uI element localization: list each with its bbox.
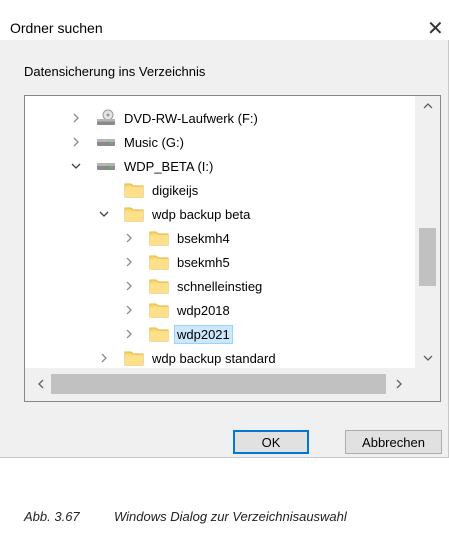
dialog-prompt: Datensicherung ins Verzeichnis <box>24 64 206 79</box>
vertical-scrollbar[interactable] <box>415 96 440 368</box>
tree-node[interactable]: digikeijs <box>96 178 201 202</box>
chevron-right-icon[interactable] <box>121 254 137 270</box>
figure-number: Abb. 3.67 <box>24 509 80 524</box>
tree-node-label: bsekmh4 <box>177 230 230 246</box>
chevron-placeholder <box>96 182 112 198</box>
scroll-right-icon[interactable] <box>389 374 409 394</box>
tree-node[interactable]: DVD-RW-Laufwerk (F:) <box>68 106 261 130</box>
horizontal-scroll-thumb[interactable] <box>51 374 386 394</box>
scroll-up-icon[interactable] <box>415 96 440 116</box>
tree-node-label: DVD-RW-Laufwerk (F:) <box>124 110 258 126</box>
folder-icon <box>149 301 169 319</box>
chevron-right-icon[interactable] <box>121 278 137 294</box>
tree-node-label: digikeijs <box>152 182 199 198</box>
folder-icon <box>124 181 144 199</box>
tree-node-label: wdp2018 <box>177 302 230 318</box>
figure-caption-text: Windows Dialog zur Verzeichnisauswahl <box>114 509 347 524</box>
title-bar: Ordner suchen ✕ <box>0 0 449 40</box>
tree-node[interactable]: wdp2021 <box>121 322 233 346</box>
ok-button[interactable]: OK <box>233 430 309 454</box>
folder-icon <box>149 229 169 247</box>
chevron-right-icon[interactable] <box>96 350 112 366</box>
chevron-down-icon[interactable] <box>68 158 84 174</box>
scroll-down-icon[interactable] <box>415 348 440 368</box>
chevron-right-icon[interactable] <box>68 134 84 150</box>
chevron-down-icon[interactable] <box>96 206 112 222</box>
tree-node[interactable]: WDP_BETA (I:) <box>68 154 216 178</box>
horizontal-scrollbar[interactable] <box>25 368 415 401</box>
folder-browser-dialog: Ordner suchen ✕ Datensicherung ins Verze… <box>0 0 449 458</box>
figure-caption: Abb. 3.67 Windows Dialog zur Verzeichnisa… <box>24 509 347 524</box>
folder-icon <box>149 277 169 295</box>
tree-node-label: bsekmh5 <box>177 254 230 270</box>
tree-node-label: wdp2021 <box>174 324 233 344</box>
folder-tree[interactable]: DVD-RW-Laufwerk (F:) Music (G:) WDP_BETA (… <box>24 95 441 402</box>
dvd-drive-icon <box>96 109 116 127</box>
folder-icon <box>149 325 169 343</box>
vertical-scroll-thumb[interactable] <box>419 228 436 286</box>
chevron-right-icon[interactable] <box>121 230 137 246</box>
close-icon[interactable]: ✕ <box>427 18 444 38</box>
tree-node[interactable]: wdp2018 <box>121 298 233 322</box>
tree-node[interactable]: wdp backup standard <box>96 346 279 368</box>
tree-node[interactable]: bsekmh4 <box>121 226 233 250</box>
tree-node[interactable]: wdp backup beta <box>96 202 253 226</box>
folder-icon <box>124 349 144 367</box>
folder-icon <box>149 253 169 271</box>
chevron-right-icon[interactable] <box>121 326 137 342</box>
tree-node-label: schnelleinstieg <box>177 278 263 294</box>
tree-node[interactable]: schnelleinstieg <box>121 274 265 298</box>
scroll-left-icon[interactable] <box>31 374 51 394</box>
drive-icon <box>96 157 116 175</box>
tree-node-label: wdp backup beta <box>152 206 251 222</box>
cancel-button[interactable]: Abbrechen <box>345 430 442 454</box>
drive-icon <box>96 133 116 151</box>
folder-icon <box>124 205 144 223</box>
tree-viewport: DVD-RW-Laufwerk (F:) Music (G:) WDP_BETA (… <box>25 96 415 368</box>
tree-node[interactable]: bsekmh5 <box>121 250 233 274</box>
dialog-title: Ordner suchen <box>10 20 103 36</box>
chevron-right-icon[interactable] <box>121 302 137 318</box>
tree-node-label: WDP_BETA (I:) <box>124 158 214 174</box>
tree-node-label: Music (G:) <box>124 134 184 150</box>
tree-node[interactable]: Music (G:) <box>68 130 187 154</box>
tree-node-label: wdp backup standard <box>152 350 276 366</box>
scrollbar-corner <box>415 368 440 401</box>
chevron-right-icon[interactable] <box>68 110 84 126</box>
